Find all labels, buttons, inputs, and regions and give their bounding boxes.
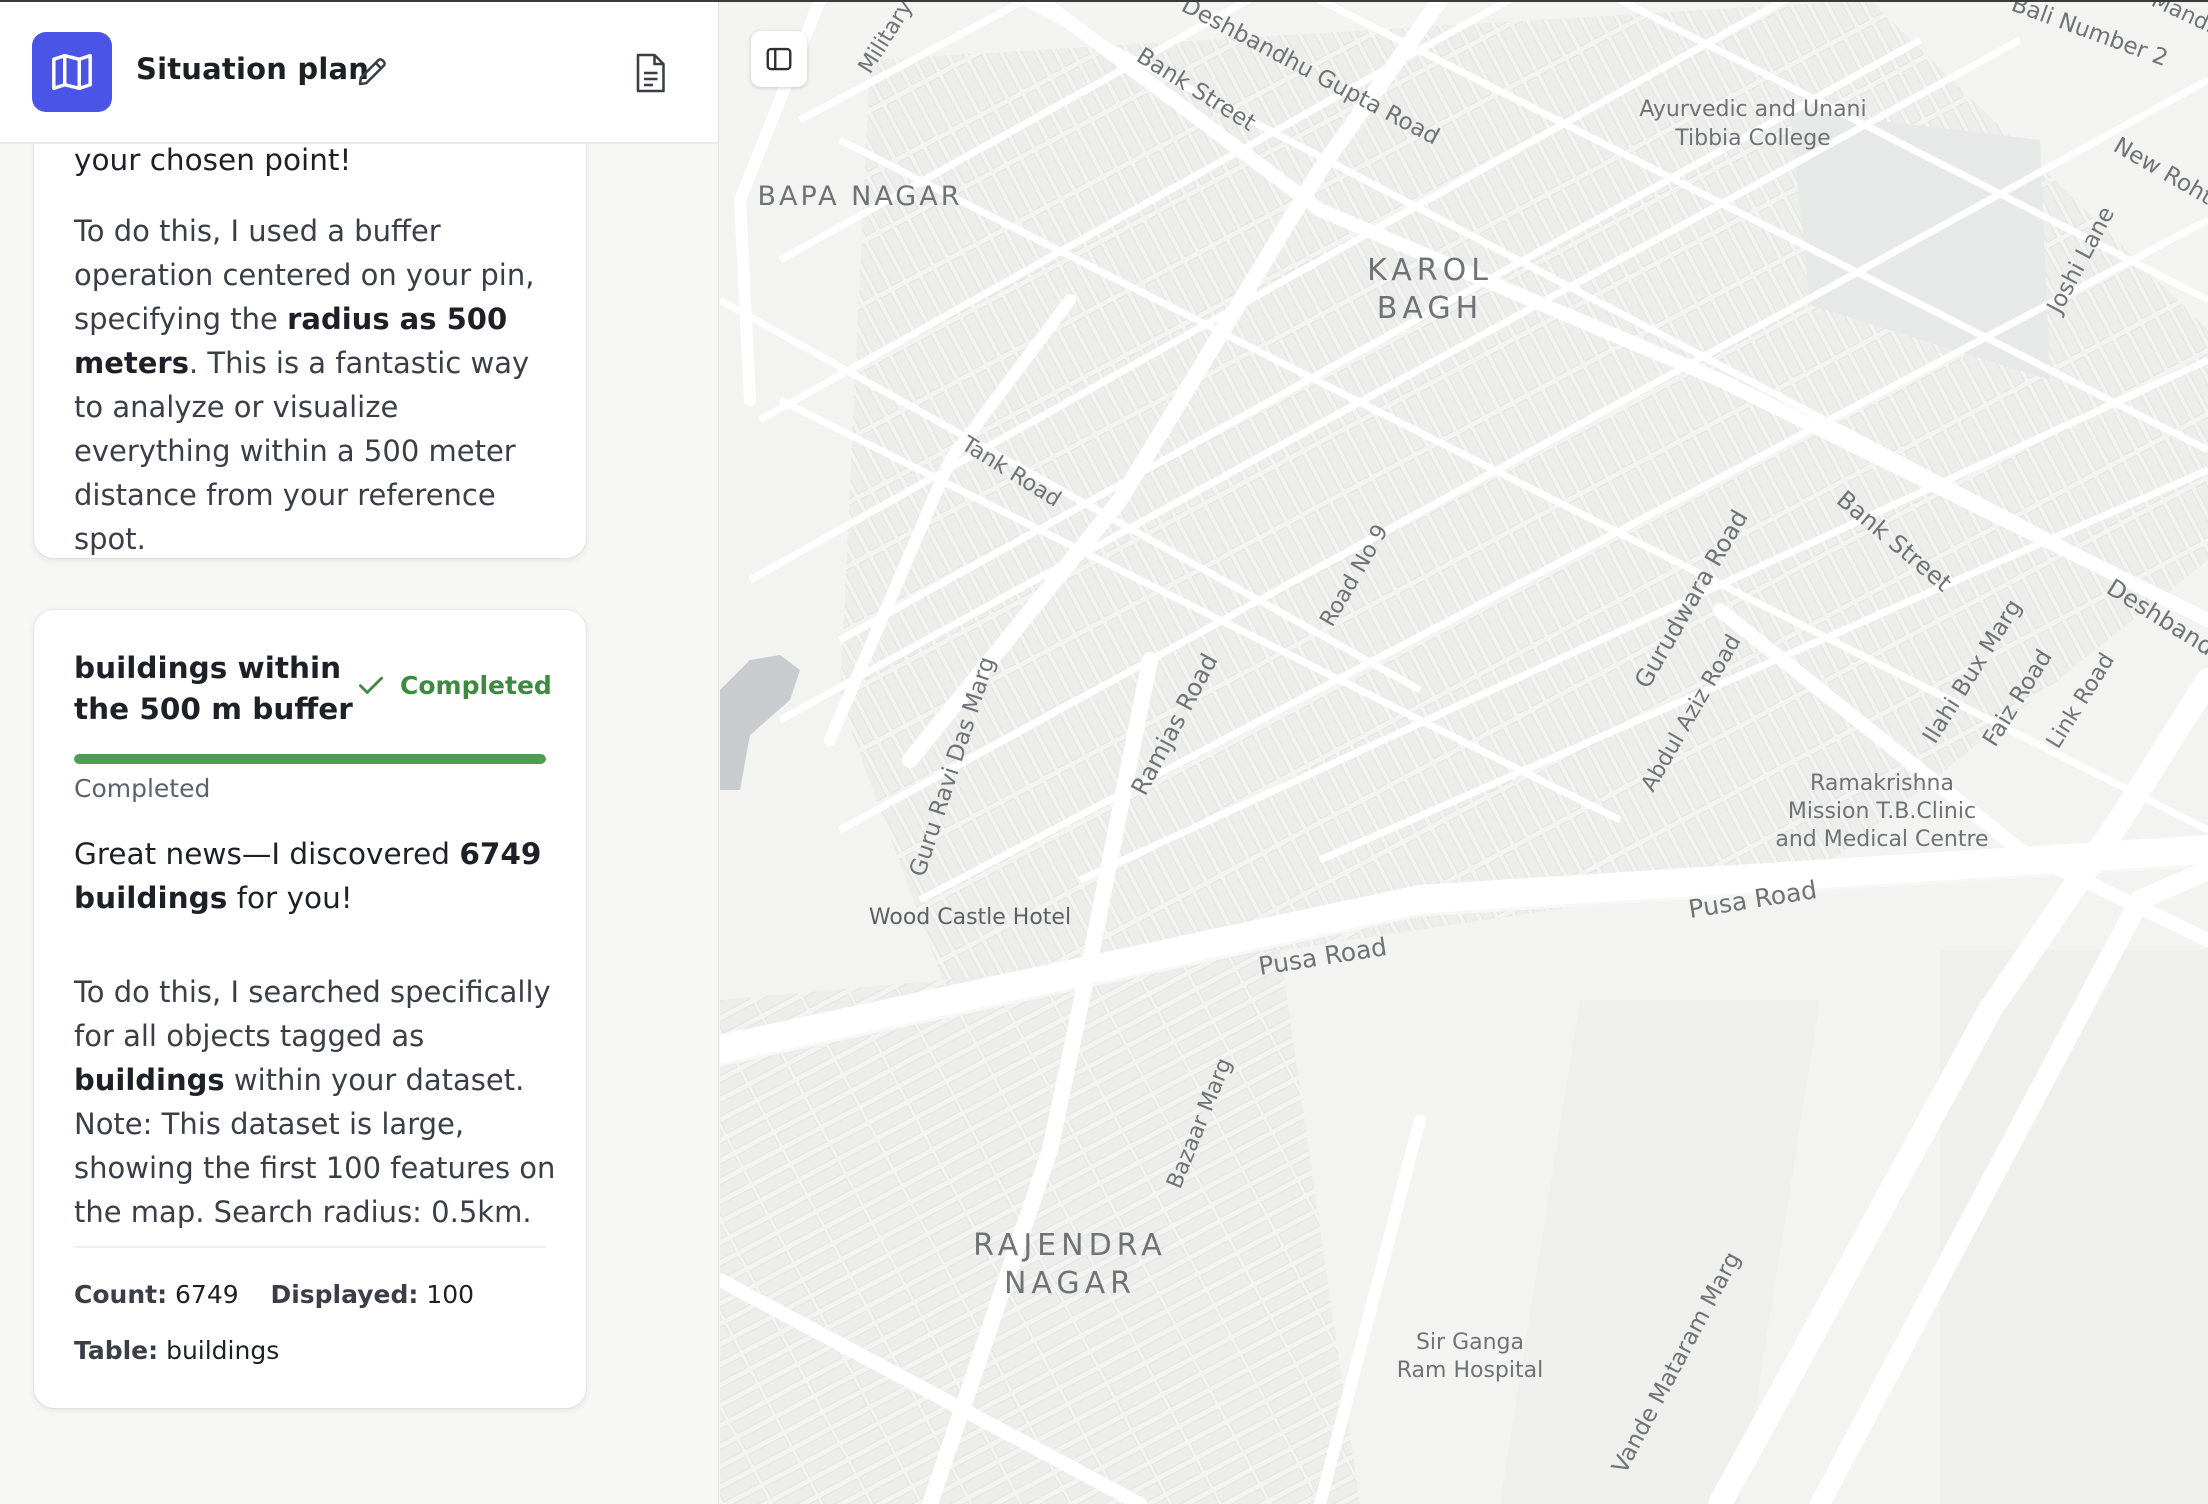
check-icon [359,676,383,694]
label-wood-castle: Wood Castle Hotel [869,905,1071,930]
progress-bar [74,754,546,764]
basemap[interactable]: Military R Deshbandhu Gupta Road Bank St… [720,0,2208,1504]
sidebar-header: Situation plan [0,0,718,144]
status-label: Completed [400,670,552,700]
buildings-card-title: buildings within the 500 m buffer [74,651,353,726]
label-bapa-nagar: BAPA NAGAR [758,181,963,212]
label-ramakrishna-3: and Medical Centre [1775,827,1988,852]
window-top-border [0,0,2208,2]
divider [74,1246,546,1248]
map-icon[interactable] [32,32,112,112]
count-value: 6749 [175,1280,239,1309]
label-new-rohtak: New Roht [2109,133,2208,211]
status-badge: Completed [356,670,552,700]
table-row: Table: buildings [74,1336,280,1365]
label-ramakrishna-2: Mission T.B.Clinic [1788,799,1976,824]
sidebar-toggle-button[interactable] [751,31,807,87]
buildings-result-card: buildings within the 500 m buffer Comple… [34,610,586,1408]
buildings-card-description: To do this, I searched specifically for … [74,975,556,1229]
count-row: Count: 6749 Displayed: 100 [74,1280,475,1309]
label-sir-ganga-2: Ram Hospital [1397,1358,1543,1383]
sidebar-toggle-icon [766,47,792,71]
lake-west [720,655,800,790]
buffer-card-tail-text: your chosen point! [74,143,352,177]
label-ayurvedic-1: Ayurvedic and Unani [1639,97,1866,122]
table-value: buildings [166,1336,280,1365]
label-nagar: NAGAR [1004,1266,1136,1301]
label-ramakrishna-1: Ramakrishna [1810,771,1954,796]
label-rajendra: RAJENDRA [973,1228,1167,1263]
label-sir-ganga-1: Sir Ganga [1416,1330,1524,1355]
label-karol: KAROL [1367,253,1493,288]
progress-fill [74,754,546,764]
label-mandi: Mandi [2147,0,2208,39]
displayed-value: 100 [426,1280,475,1309]
buildings-card-lead: Great news—I discovered 6749 buildings f… [74,837,542,915]
document-icon[interactable] [632,52,668,94]
buffer-card-description: To do this, I used a buffer operation ce… [74,214,535,556]
page-title: Situation plan [136,52,370,86]
label-ayurvedic-2: Tibbia College [1674,126,1830,151]
chat-sidebar: your chosen point! To do this, I used a … [0,0,719,1504]
progress-label: Completed [74,774,211,803]
label-bagh: BAGH [1377,291,1483,326]
pencil-icon[interactable] [354,54,390,90]
label-ali-number: Bali Number 2 [2008,0,2171,72]
map-canvas[interactable]: Military R Deshbandhu Gupta Road Bank St… [720,0,2208,1504]
